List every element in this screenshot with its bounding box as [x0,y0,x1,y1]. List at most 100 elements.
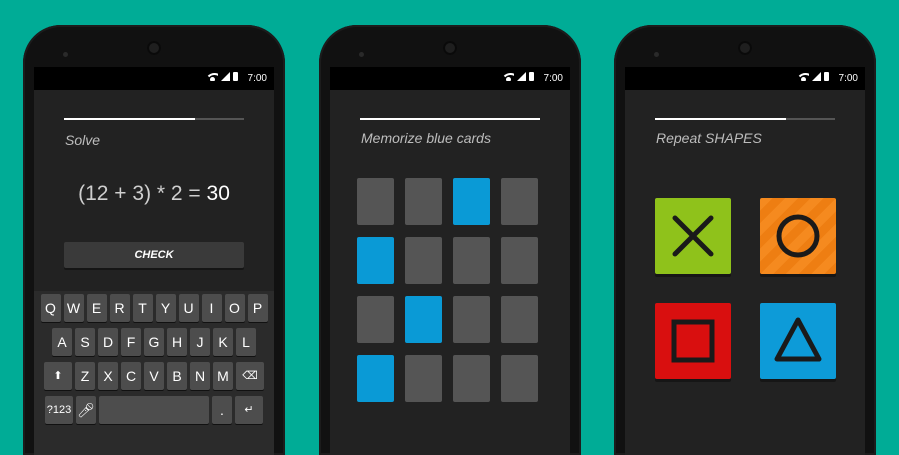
progress-bar [64,118,244,120]
key-z[interactable]: Z [75,362,95,390]
phone-screen: 7:00 Repeat SHAPES [625,67,865,455]
key-u[interactable]: U [178,294,199,322]
key-l[interactable]: L [236,328,256,356]
phone-math-game: 7:00 Solve (12 + 3) * 2 = 30 CHECK QWERT… [23,25,285,455]
period-key[interactable]: . [212,396,232,424]
key-d[interactable]: D [98,328,118,356]
card-gray[interactable] [405,355,442,402]
card-gray[interactable] [405,178,442,225]
key-o[interactable]: O [224,294,245,322]
card-gray[interactable] [501,178,538,225]
task-label: Solve [65,132,101,148]
front-camera [738,41,752,55]
key-h[interactable]: H [167,328,187,356]
circle-icon [776,214,820,258]
card-gray[interactable] [501,237,538,284]
key-t[interactable]: T [132,294,153,322]
progress-bar [360,118,540,120]
wifi-icon [207,72,218,81]
square-shape-button[interactable] [655,303,731,379]
microphone-icon[interactable]: 🎤︎ [76,396,96,424]
triangle-shape-button[interactable] [760,303,836,379]
keyboard-row-2: ASDFGHJKL [34,328,274,356]
symbols-key[interactable]: ?123 [45,396,73,424]
card-blue[interactable] [357,355,394,402]
circle-shape-button[interactable] [760,198,836,274]
keyboard-row-3: ⬆ Z X C V B N M ⌫ [34,362,274,390]
cross-shape-button[interactable] [655,198,731,274]
card-gray[interactable] [453,296,490,343]
card-gray[interactable] [501,296,538,343]
phone-shapes-game: 7:00 Repeat SHAPES [614,25,876,455]
key-f[interactable]: F [121,328,141,356]
key-j[interactable]: J [190,328,210,356]
key-q[interactable]: Q [40,294,61,322]
wifi-icon [798,72,809,81]
key-w[interactable]: W [63,294,84,322]
shift-key[interactable]: ⬆ [44,362,72,390]
backspace-key[interactable]: ⌫ [236,362,264,390]
status-bar: 7:00 [330,67,570,90]
card-gray[interactable] [453,355,490,402]
phone-memory-game: 7:00 Memorize blue cards [319,25,581,455]
card-grid [357,178,538,402]
task-label: Repeat SHAPES [656,130,762,146]
status-bar: 7:00 [625,67,865,90]
key-k[interactable]: K [213,328,233,356]
enter-key[interactable]: ↵ [235,396,263,424]
triangle-icon [774,317,822,362]
key-n[interactable]: N [190,362,210,390]
square-icon [671,319,715,363]
game-content: Memorize blue cards [330,90,570,455]
card-gray[interactable] [405,237,442,284]
front-camera [147,41,161,55]
card-gray[interactable] [357,178,394,225]
signal-icon [221,72,230,81]
proximity-sensor [654,52,659,57]
card-blue[interactable] [357,237,394,284]
signal-icon [517,72,526,81]
key-y[interactable]: Y [155,294,176,322]
key-a[interactable]: A [52,328,72,356]
wifi-icon [503,72,514,81]
equation-answer[interactable]: 30 [207,182,230,205]
key-g[interactable]: G [144,328,164,356]
key-e[interactable]: E [86,294,107,322]
task-label: Memorize blue cards [361,130,491,146]
key-b[interactable]: B [167,362,187,390]
check-button[interactable]: CHECK [64,242,244,268]
key-c[interactable]: C [121,362,141,390]
card-gray[interactable] [501,355,538,402]
status-time: 7:00 [543,73,563,84]
progress-bar [655,118,835,120]
key-x[interactable]: X [98,362,118,390]
key-i[interactable]: I [201,294,222,322]
battery-icon [233,72,238,81]
keyboard-row-1: QWERTYUIOP [34,294,274,322]
cross-icon [672,215,714,257]
space-key[interactable] [99,396,209,424]
keyboard-row-4: ?123 🎤︎ . ↵ [34,396,274,424]
card-blue[interactable] [405,296,442,343]
card-gray[interactable] [357,296,394,343]
battery-icon [529,72,534,81]
key-m[interactable]: M [213,362,233,390]
card-gray[interactable] [453,237,490,284]
status-time: 7:00 [838,73,858,84]
status-bar: 7:00 [34,67,274,90]
equation: (12 + 3) * 2 = 30 [34,182,274,206]
card-blue[interactable] [453,178,490,225]
key-p[interactable]: P [247,294,268,322]
battery-icon [824,72,829,81]
proximity-sensor [359,52,364,57]
front-camera [443,41,457,55]
phone-screen: 7:00 Solve (12 + 3) * 2 = 30 CHECK QWERT… [34,67,274,455]
key-s[interactable]: S [75,328,95,356]
equation-expression: (12 + 3) * 2 = [78,182,207,205]
shape-grid [655,198,836,379]
on-screen-keyboard: QWERTYUIOP ASDFGHJKL ⬆ Z X C V B N M ⌫ ?123 🎤︎ … [34,291,274,455]
status-time: 7:00 [247,73,267,84]
key-r[interactable]: R [109,294,130,322]
key-v[interactable]: V [144,362,164,390]
signal-icon [812,72,821,81]
